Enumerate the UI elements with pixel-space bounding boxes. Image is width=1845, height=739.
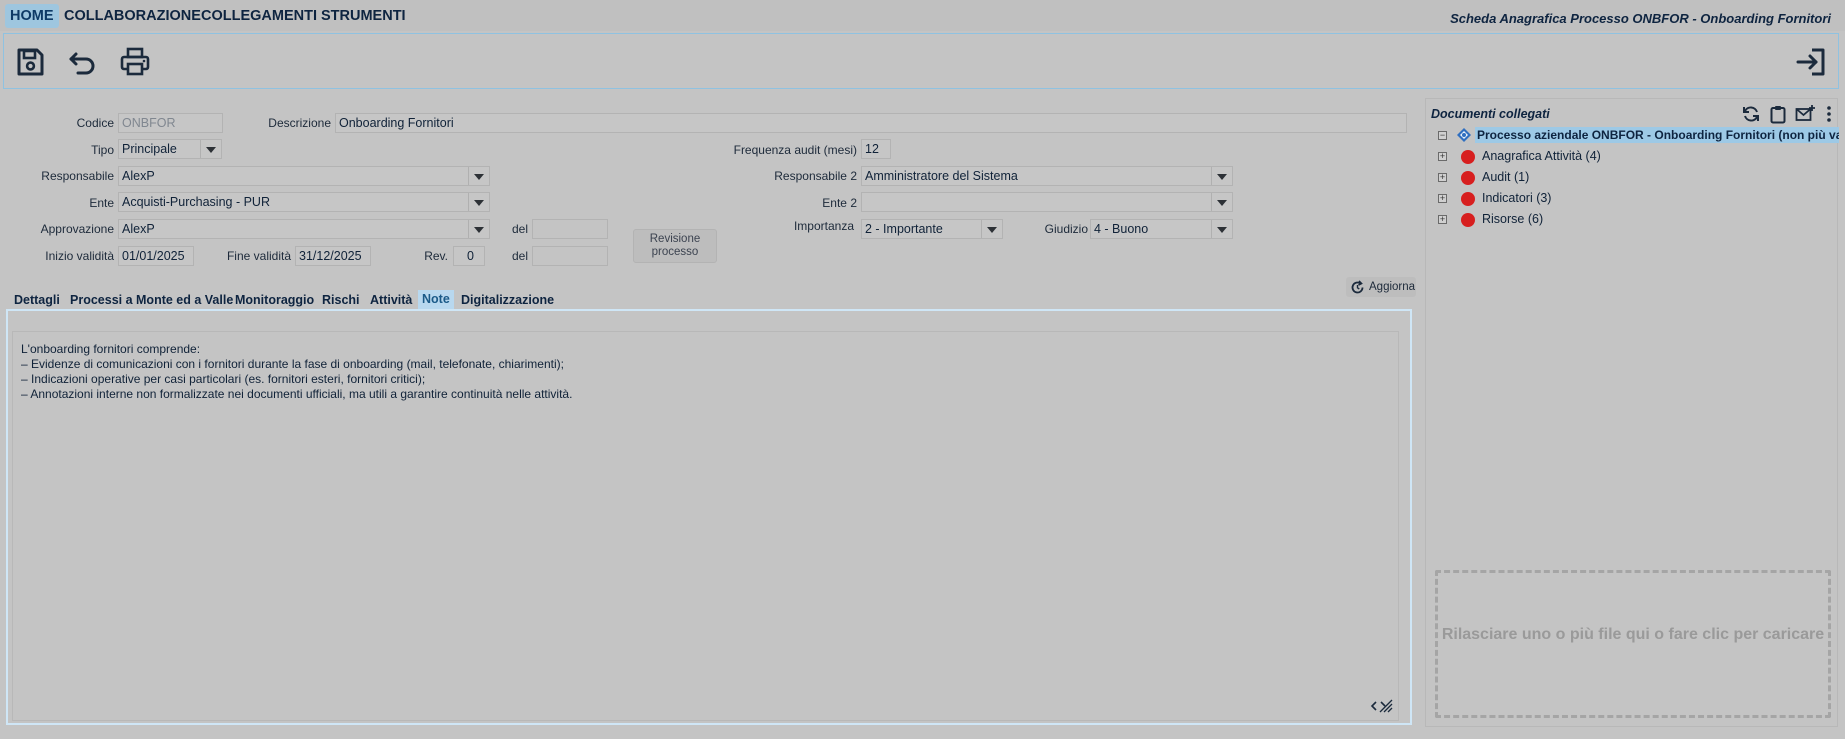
approvazione-label: Approvazione [40, 222, 114, 236]
tab-digitalizzazione[interactable]: Digitalizzazione [457, 291, 558, 309]
responsabile-label: Responsabile [41, 169, 114, 183]
status-dot-icon [1461, 213, 1475, 227]
responsabile2-label: Responsabile 2 [774, 169, 857, 183]
inizio-validita-label: Inizio validità [45, 249, 114, 263]
del-date-field-1[interactable] [532, 219, 608, 239]
window-title: Scheda Anagrafica Processo ONBFOR - Onbo… [1450, 11, 1831, 26]
tab-note[interactable]: Note [418, 290, 454, 309]
refresh-icon[interactable] [1741, 104, 1761, 124]
menu-home[interactable]: HOME [5, 4, 59, 28]
menu-collaborazione[interactable]: COLLABORAZIONE [59, 4, 206, 28]
code-edit-icon[interactable] [1370, 698, 1394, 714]
giudizio-select[interactable]: 4 - Buono [1090, 219, 1233, 239]
tree-node-label: Anagrafica Attività (4) [1482, 149, 1601, 163]
tree-node-label: Audit (1) [1482, 170, 1530, 184]
tree-root[interactable]: − Processo aziendale ONBFOR - Onboarding… [1431, 126, 1839, 144]
del-label-2: del [511, 249, 528, 263]
tree-root-label: Processo aziendale ONBFOR - Onboarding F… [1475, 127, 1839, 143]
collapse-icon[interactable]: − [1438, 131, 1447, 140]
fine-validita-field[interactable]: 31/12/2025 [295, 246, 371, 266]
process-icon [1457, 128, 1471, 142]
ente2-select[interactable] [861, 192, 1233, 212]
responsabile-value: AlexP [122, 169, 155, 183]
tab-rischi[interactable]: Rischi [318, 291, 364, 309]
toolbar [3, 33, 1839, 89]
responsabile2-value: Amministratore del Sistema [865, 169, 1018, 183]
tree-node-risorse[interactable]: + Risorse (6) [1436, 210, 1736, 228]
tipo-value: Principale [122, 142, 177, 156]
clipboard-icon[interactable] [1768, 104, 1788, 124]
importanza-value: 2 - Importante [865, 222, 943, 236]
refresh-icon [1351, 280, 1364, 294]
descrizione-field[interactable]: Onboarding Fornitori [335, 113, 1407, 133]
tree-node-label: Indicatori (3) [1482, 191, 1552, 205]
file-dropzone[interactable]: Rilasciare uno o più file qui o fare cli… [1435, 570, 1831, 718]
giudizio-label: Giudizio [1044, 222, 1088, 236]
inizio-validita-field[interactable]: 01/01/2025 [118, 246, 194, 266]
tab-monitoraggio[interactable]: Monitoraggio [231, 291, 318, 309]
tree-node-indicatori[interactable]: + Indicatori (3) [1436, 189, 1736, 207]
status-dot-icon [1461, 192, 1475, 206]
del-label-1: del [511, 222, 528, 236]
approvazione-value: AlexP [122, 222, 155, 236]
expand-icon[interactable]: + [1438, 215, 1447, 224]
fine-validita-label: Fine validità [226, 249, 291, 263]
frequenza-label: Frequenza audit (mesi) [733, 143, 857, 157]
notes-line: – Indicazioni operative per casi partico… [21, 372, 426, 386]
expand-icon[interactable]: + [1438, 173, 1447, 182]
tab-attivita[interactable]: Attività [366, 291, 416, 309]
ente-label: Ente [89, 196, 114, 210]
aggiorna-button[interactable]: Aggiorna [1346, 277, 1416, 297]
codice-label: Codice [76, 116, 114, 130]
aggiorna-label: Aggiorna [1369, 281, 1416, 293]
approvazione-select[interactable]: AlexP [118, 219, 490, 239]
notes-line: – Annotazioni interne non formalizzate n… [21, 387, 573, 401]
tab-processi-monte-valle[interactable]: Processi a Monte ed a Valle [66, 291, 237, 309]
giudizio-value: 4 - Buono [1094, 222, 1149, 236]
ente-select[interactable]: Acquisti-Purchasing - PUR [118, 192, 490, 212]
expand-icon[interactable]: + [1438, 194, 1447, 203]
notes-line: L'onboarding fornitori comprende: [21, 342, 201, 356]
tree-node-label: Risorse (6) [1482, 212, 1544, 226]
menu-strumenti[interactable]: STRUMENTI [316, 4, 411, 28]
responsabile2-select[interactable]: Amministratore del Sistema [861, 166, 1233, 186]
note-panel: L'onboarding fornitori comprende: – Evid… [6, 309, 1412, 725]
frequenza-field[interactable]: 12 [861, 139, 891, 159]
del-date-field-2[interactable] [532, 246, 608, 266]
mail-add-icon[interactable] [1795, 104, 1815, 124]
documenti-collegati-title: Documenti collegati [1431, 107, 1550, 121]
responsabile-select[interactable]: AlexP [118, 166, 490, 186]
undo-icon[interactable] [66, 45, 100, 79]
print-icon[interactable] [118, 45, 152, 79]
codice-field[interactable]: ONBFOR [118, 113, 223, 133]
ente-value: Acquisti-Purchasing - PUR [122, 195, 270, 209]
menu-collegamenti[interactable]: COLLEGAMENTI [196, 4, 322, 28]
tree-node-audit[interactable]: + Audit (1) [1436, 168, 1736, 186]
tipo-select[interactable]: Principale [118, 139, 222, 159]
expand-icon[interactable]: + [1438, 152, 1447, 161]
status-dot-icon [1461, 150, 1475, 164]
menu-bar: HOME COLLABORAZIONE COLLEGAMENTI STRUMEN… [0, 0, 1845, 31]
rev-field[interactable]: 0 [453, 246, 485, 266]
ente2-label: Ente 2 [822, 196, 857, 210]
importanza-label: Importanza [793, 219, 854, 233]
descrizione-label: Descrizione [268, 116, 331, 130]
more-icon[interactable] [1819, 104, 1839, 124]
rev-label: Rev. [424, 249, 448, 263]
status-dot-icon [1461, 171, 1475, 185]
notes-line: – Evidenze di comunicazioni con i fornit… [21, 357, 564, 371]
revisione-processo-button[interactable]: Revisione processo [633, 229, 717, 263]
importanza-select[interactable]: 2 - Importante [861, 219, 1003, 239]
tipo-label: Tipo [91, 143, 114, 157]
notes-textarea[interactable]: L'onboarding fornitori comprende: – Evid… [12, 331, 1399, 721]
exit-icon[interactable] [1794, 45, 1828, 79]
tab-dettagli[interactable]: Dettagli [10, 291, 64, 309]
tree-node-anagrafica-attivita[interactable]: + Anagrafica Attività (4) [1436, 147, 1736, 165]
save-icon[interactable] [13, 45, 47, 79]
